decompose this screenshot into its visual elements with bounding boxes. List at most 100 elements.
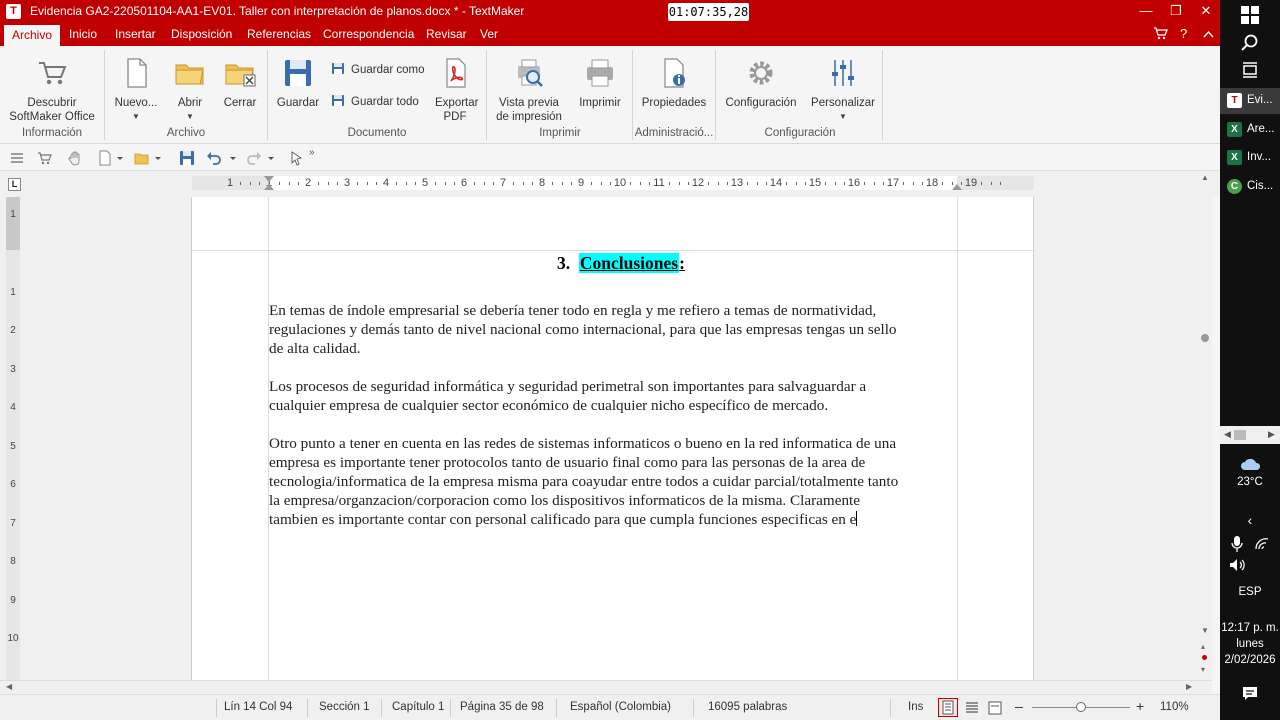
save-disk-icon[interactable] (179, 150, 195, 166)
notification-center-icon[interactable] (1240, 684, 1260, 704)
taskbar-app-cisco[interactable]: C Cis... (1220, 174, 1280, 200)
menu-archivo[interactable]: Archivo (4, 25, 61, 47)
horizontal-scrollbar[interactable]: ◀ ▶ (0, 680, 1212, 694)
zoom-slider[interactable] (1032, 702, 1130, 712)
nuevo-button[interactable]: Nuevo... ▼ (112, 56, 160, 124)
zoom-in-button[interactable]: + (1136, 698, 1144, 714)
right-indent-marker[interactable] (952, 184, 962, 190)
configuracion-button[interactable]: Configuración (722, 56, 800, 110)
menu-inicio[interactable]: Inicio (69, 27, 97, 41)
restore-button[interactable]: ❐ (1160, 0, 1192, 23)
microphone-icon[interactable] (1230, 535, 1244, 555)
close-button[interactable]: ✕ (1190, 0, 1222, 23)
guardar-todo-button[interactable]: Guardar todo (331, 94, 419, 108)
scroll-thumb[interactable] (1201, 334, 1209, 342)
horizontal-ruler[interactable]: 1 1 2 3 4 5 6 7 8 9 10 11 12 13 14 15 16 17 18 19 (192, 176, 1034, 190)
zoom-slider-thumb[interactable] (1076, 702, 1086, 712)
chevron-down-icon[interactable] (153, 150, 163, 166)
page-view-button[interactable] (938, 698, 958, 717)
weather-cloud-icon[interactable] (1240, 456, 1261, 476)
previous-page-icon[interactable]: ▴ (1201, 642, 1205, 651)
weather-temperature[interactable]: 23°C (1220, 476, 1280, 488)
vertical-ruler[interactable]: 1 1 2 3 4 5 6 7 8 9 10 (6, 197, 20, 680)
clock-time[interactable]: 12:17 p. m. (1220, 622, 1280, 634)
menu-referencias[interactable]: Referencias (247, 27, 311, 41)
text-line: regulaciones y demás tanto de nivel naci… (269, 321, 897, 338)
task-view-icon[interactable] (1240, 60, 1260, 80)
personalizar-button[interactable]: Personalizar ▼ (808, 56, 878, 124)
scroll-left-icon[interactable]: ◀ (1224, 429, 1231, 440)
vista-previa-button[interactable]: Vista previa de impresión (492, 56, 566, 124)
propiedades-button[interactable]: Propiedades (638, 56, 710, 110)
browse-object-icon[interactable] (1202, 655, 1207, 660)
next-page-icon[interactable]: ▾ (1201, 665, 1205, 674)
zoom-out-button[interactable]: – (1015, 698, 1023, 714)
show-hidden-icons-chevron-icon[interactable]: ‹ (1220, 512, 1280, 528)
outline-view-button[interactable] (987, 700, 1003, 719)
cart-icon[interactable] (37, 150, 53, 166)
undo-icon[interactable] (206, 150, 222, 166)
new-document-icon[interactable] (97, 150, 113, 166)
ruler-number: 17 (886, 177, 900, 189)
descubrir-softmaker-button[interactable]: Descubrir SoftMaker Office (6, 56, 98, 124)
document-page[interactable]: 3. Conclusiones: En temas de índole empr… (191, 197, 1035, 680)
wifi-icon[interactable] (1254, 537, 1270, 557)
menu-ver[interactable]: Ver (480, 27, 498, 41)
clock-day[interactable]: lunes (1220, 638, 1280, 650)
menu-disposicion[interactable]: Disposición (171, 27, 232, 41)
group-documento: Documento (347, 127, 407, 139)
vertical-scrollbar[interactable]: ▲ ▼ ▴ ▾ (1198, 171, 1212, 680)
status-language[interactable]: Español (Colombia) (570, 701, 671, 713)
textmaker-app-icon[interactable]: T (6, 4, 21, 19)
search-icon[interactable] (1240, 33, 1260, 53)
input-language[interactable]: ESP (1220, 586, 1280, 598)
scroll-right-icon[interactable]: ▶ (1186, 682, 1192, 691)
clock-date[interactable]: 2/02/2026 (1220, 654, 1280, 666)
open-folder-icon[interactable] (134, 150, 150, 166)
overlay-scroll-widget[interactable]: ◀ ▶ (1220, 426, 1280, 444)
open-folder-icon (173, 56, 207, 90)
status-insert-mode[interactable]: Ins (908, 701, 923, 713)
more-tools-icon[interactable]: » (309, 147, 319, 163)
windows-start-icon[interactable] (1240, 5, 1260, 25)
scroll-up-icon[interactable]: ▲ (1201, 173, 1209, 182)
chevron-down-icon[interactable] (266, 150, 276, 166)
abrir-button[interactable]: Abrir ▼ (168, 56, 212, 124)
redo-icon[interactable] (246, 150, 262, 166)
scroll-left-icon[interactable]: ◀ (6, 682, 12, 691)
continuous-view-button[interactable] (964, 700, 980, 719)
speaker-volume-icon[interactable] (1228, 557, 1248, 577)
scroll-thumb[interactable] (1234, 430, 1246, 440)
left-indent-marker[interactable] (264, 184, 274, 190)
menu-insertar[interactable]: Insertar (115, 27, 156, 41)
zoom-level[interactable]: 110% (1160, 701, 1189, 713)
imprimir-button[interactable]: Imprimir (574, 56, 626, 110)
scroll-down-icon[interactable]: ▼ (1201, 626, 1209, 635)
menu-lines-icon[interactable] (9, 150, 25, 166)
taskbar-app-excel-1[interactable]: X Are... (1220, 117, 1280, 143)
status-separator (693, 699, 694, 717)
menu-correspondencia[interactable]: Correspondencia (323, 27, 414, 41)
taskbar-app-textmaker[interactable]: T Evi... (1220, 88, 1280, 114)
chevron-down-icon[interactable] (228, 150, 238, 166)
tab-stop-selector[interactable]: L (8, 178, 21, 191)
first-line-indent-marker[interactable] (264, 176, 274, 182)
cerrar-button[interactable]: Cerrar (218, 56, 262, 110)
guardar-button[interactable]: Guardar (274, 56, 322, 110)
ribbon-separator (267, 50, 268, 140)
taskbar-app-excel-2[interactable]: X Inv... (1220, 145, 1280, 171)
exportar-pdf-button[interactable]: Exportar PDF (428, 56, 482, 124)
cart-icon[interactable] (1153, 26, 1168, 43)
guardar-como-button[interactable]: Guardar como (331, 62, 425, 76)
collapse-ribbon-icon[interactable] (1203, 26, 1214, 41)
document-area: 1 1 2 3 4 5 6 7 8 9 10 3. Conclusiones: En temas d… (0, 197, 1198, 680)
scroll-right-icon[interactable]: ▶ (1268, 429, 1275, 440)
minimize-button[interactable]: — (1130, 0, 1162, 23)
ruler-tick (863, 182, 865, 185)
hand-icon[interactable] (67, 150, 83, 166)
help-icon[interactable]: ? (1180, 26, 1187, 41)
chevron-down-icon[interactable] (115, 150, 125, 166)
menu-revisar[interactable]: Revisar (426, 27, 467, 41)
pointer-icon[interactable] (289, 150, 305, 166)
ruler-tick (493, 182, 495, 185)
